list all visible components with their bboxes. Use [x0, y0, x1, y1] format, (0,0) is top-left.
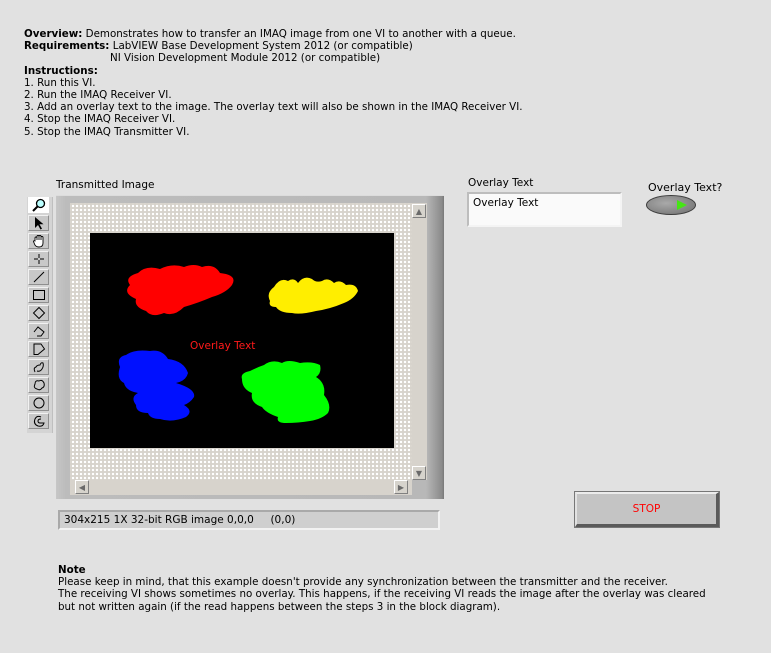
- annulus-tool[interactable]: [28, 323, 49, 339]
- overlay-toggle-button[interactable]: [646, 195, 696, 215]
- overview-text: Demonstrates how to transfer an IMAQ ima…: [85, 28, 516, 40]
- zoom-tool[interactable]: [28, 197, 49, 213]
- freehand-region-icon: [33, 379, 45, 391]
- image-canvas[interactable]: Overlay Text: [90, 233, 394, 448]
- note-line: but not written again (if the read happe…: [58, 600, 501, 613]
- description-block: Overview: Demonstrates how to transfer a…: [24, 28, 523, 138]
- rotated-rectangle-tool[interactable]: [28, 305, 49, 321]
- image-info-bar: 304x215 1X 32-bit RGB image 0,0,0 (0,0): [58, 510, 440, 530]
- rectangle-icon: [32, 290, 45, 300]
- image-display-label: Transmitted Image: [56, 179, 155, 191]
- green-blob: [241, 361, 330, 423]
- play-arrow-icon: [677, 200, 687, 210]
- pointer-tool[interactable]: [28, 215, 49, 231]
- blue-blob: [118, 350, 195, 421]
- oval-tool[interactable]: [28, 395, 49, 411]
- pan-tool[interactable]: [28, 233, 49, 249]
- oval-icon: [33, 397, 44, 409]
- crosshair-icon: [33, 254, 44, 264]
- requirements-label: Requirements:: [24, 40, 110, 53]
- stop-button[interactable]: STOP: [574, 491, 720, 528]
- arrow-right-icon: ▶: [397, 482, 405, 492]
- instruction-item: 2. Run the IMAQ Receiver VI.: [24, 89, 172, 102]
- instruction-item: 3. Add an overlay text to the image. The…: [24, 101, 523, 114]
- horizontal-scrollbar[interactable]: ◀ ▶: [70, 480, 412, 495]
- polygon-tool[interactable]: [28, 341, 49, 357]
- instruction-item: 5. Stop the IMAQ Transmitter VI.: [24, 125, 190, 138]
- scroll-up-button[interactable]: ▲: [412, 204, 426, 218]
- requirement-item: LabVIEW Base Development System 2012 (or…: [112, 40, 413, 53]
- instruction-item: 1. Run this VI.: [24, 76, 96, 89]
- scroll-down-button[interactable]: ▼: [412, 466, 426, 480]
- overlay-text-input[interactable]: Overlay Text: [467, 192, 622, 227]
- image-overlay-text: Overlay Text: [190, 340, 256, 352]
- scroll-left-button[interactable]: ◀: [75, 480, 89, 494]
- note-title: Note: [58, 564, 86, 576]
- polygon-icon: [33, 343, 45, 355]
- yellow-blob: [268, 277, 358, 314]
- freehand-line-tool[interactable]: [28, 359, 49, 375]
- arrow-up-icon: ▲: [415, 206, 423, 216]
- freehand-line-icon: [33, 362, 44, 373]
- note-block: Note Please keep in mind, that this exam…: [58, 564, 706, 613]
- tool-palette: [27, 197, 53, 433]
- broken-annulus-tool[interactable]: [28, 413, 49, 429]
- note-line: The receiving VI shows sometimes no over…: [58, 588, 706, 601]
- overview-label: Overview:: [24, 28, 83, 40]
- scroll-right-button[interactable]: ▶: [394, 480, 408, 494]
- arrow-down-icon: ▼: [415, 468, 423, 478]
- instruction-item: 4. Stop the IMAQ Receiver VI.: [24, 113, 176, 126]
- arrow-left-icon: ◀: [78, 482, 86, 492]
- freehand-region-tool[interactable]: [28, 377, 49, 393]
- line-tool[interactable]: [28, 269, 49, 285]
- instructions-label: Instructions:: [24, 64, 98, 77]
- red-blob: [127, 265, 234, 316]
- overlay-text-label: Overlay Text: [468, 177, 534, 189]
- rectangle-tool[interactable]: [28, 287, 49, 303]
- point-tool[interactable]: [28, 251, 49, 267]
- vertical-scrollbar[interactable]: ▲ ▼: [412, 203, 427, 480]
- line-icon: [33, 271, 44, 283]
- overlay-toggle-label: Overlay Text?: [648, 181, 723, 194]
- requirement-item: NI Vision Development Module 2012 (or co…: [110, 52, 381, 65]
- annulus-icon: [33, 326, 45, 337]
- broken-annulus-icon: [33, 415, 45, 427]
- note-line: Please keep in mind, that this example d…: [58, 576, 668, 589]
- stop-button-label: STOP: [632, 503, 661, 515]
- arrow-pointer-icon: [34, 217, 43, 230]
- magnifier-icon: [31, 198, 45, 212]
- hand-icon: [32, 235, 43, 248]
- diamond-icon: [32, 306, 45, 320]
